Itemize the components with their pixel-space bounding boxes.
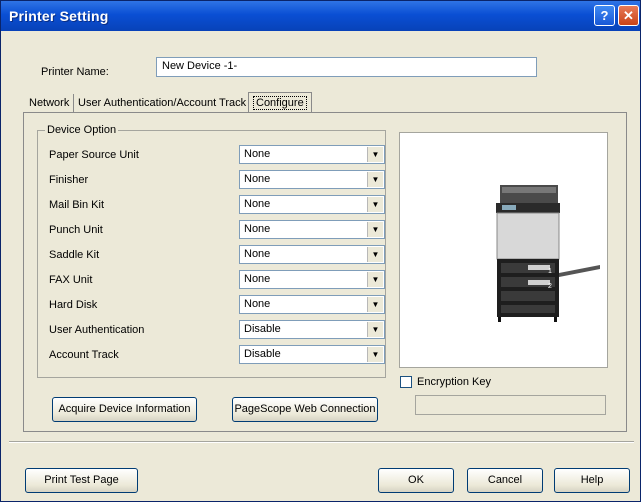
tab-configure[interactable]: Configure [248, 92, 312, 112]
tab-user-authentication-account-track[interactable]: User Authentication/Account Track [73, 94, 250, 112]
hard-disk-select[interactable]: None ▼ [239, 295, 385, 314]
device-option-title: Device Option [45, 124, 119, 136]
fax-unit-value: None [244, 273, 271, 285]
fax-unit-select[interactable]: None ▼ [239, 270, 385, 289]
account-track-value: Disable [244, 348, 281, 360]
encryption-key-label: Encryption Key [417, 376, 491, 388]
chevron-down-icon[interactable]: ▼ [367, 272, 383, 287]
chevron-down-icon[interactable]: ▼ [367, 322, 383, 337]
printer-name-input[interactable]: New Device -1- [156, 57, 537, 77]
punch-unit-label: Punch Unit [49, 224, 103, 236]
chevron-down-icon[interactable]: ▼ [367, 222, 383, 237]
ok-button[interactable]: OK [378, 468, 454, 493]
help-title-button[interactable]: ? [594, 5, 615, 26]
mail-bin-kit-select[interactable]: None ▼ [239, 195, 385, 214]
saddle-kit-label: Saddle Kit [49, 249, 100, 261]
print-test-page-button[interactable]: Print Test Page [25, 468, 138, 493]
chevron-down-icon[interactable]: ▼ [367, 347, 383, 362]
window-title: Printer Setting [9, 8, 109, 24]
hard-disk-label: Hard Disk [49, 299, 98, 311]
cancel-button[interactable]: Cancel [467, 468, 543, 493]
pagescope-web-connection-button[interactable]: PageScope Web Connection [232, 397, 378, 422]
paper-source-unit-value: None [244, 148, 271, 160]
tray-2-label: 2 [548, 283, 552, 290]
fax-unit-label: FAX Unit [49, 274, 93, 286]
tray-1-label: 1 [548, 268, 552, 275]
printer-image-panel: 1 2 [399, 132, 608, 368]
encryption-key-checkbox[interactable] [400, 376, 412, 388]
mail-bin-kit-label: Mail Bin Kit [49, 199, 105, 211]
printer-image: 1 2 [496, 185, 600, 322]
punch-unit-select[interactable]: None ▼ [239, 220, 385, 239]
saddle-kit-value: None [244, 248, 271, 260]
title-bar[interactable]: Printer Setting ? ✕ [1, 1, 640, 31]
finisher-select[interactable]: None ▼ [239, 170, 385, 189]
mail-bin-kit-value: None [244, 198, 271, 210]
chevron-down-icon[interactable]: ▼ [367, 147, 383, 162]
chevron-down-icon[interactable]: ▼ [367, 197, 383, 212]
printer-name-value: New Device -1- [162, 60, 238, 72]
printer-name-label: Printer Name: [41, 66, 109, 78]
saddle-kit-select[interactable]: None ▼ [239, 245, 385, 264]
printer-setting-dialog: Printer Setting ? ✕ Printer Name: New De… [0, 0, 641, 502]
acquire-device-information-button[interactable]: Acquire Device Information [52, 397, 197, 422]
tab-network[interactable]: Network [25, 94, 73, 112]
help-button[interactable]: Help [554, 468, 630, 493]
punch-unit-value: None [244, 223, 271, 235]
chevron-down-icon[interactable]: ▼ [367, 247, 383, 262]
user-authentication-select[interactable]: Disable ▼ [239, 320, 385, 339]
user-authentication-label: User Authentication [49, 324, 145, 336]
user-authentication-value: Disable [244, 323, 281, 335]
tab-configure-label: Configure [253, 96, 307, 110]
hard-disk-value: None [244, 298, 271, 310]
account-track-select[interactable]: Disable ▼ [239, 345, 385, 364]
account-track-label: Account Track [49, 349, 119, 361]
paper-source-unit-label: Paper Source Unit [49, 149, 139, 161]
finisher-value: None [244, 173, 271, 185]
divider [9, 441, 634, 443]
chevron-down-icon[interactable]: ▼ [367, 172, 383, 187]
close-button[interactable]: ✕ [618, 5, 639, 26]
chevron-down-icon[interactable]: ▼ [367, 297, 383, 312]
paper-source-unit-select[interactable]: None ▼ [239, 145, 385, 164]
encryption-key-input [415, 395, 606, 415]
finisher-label: Finisher [49, 174, 89, 186]
